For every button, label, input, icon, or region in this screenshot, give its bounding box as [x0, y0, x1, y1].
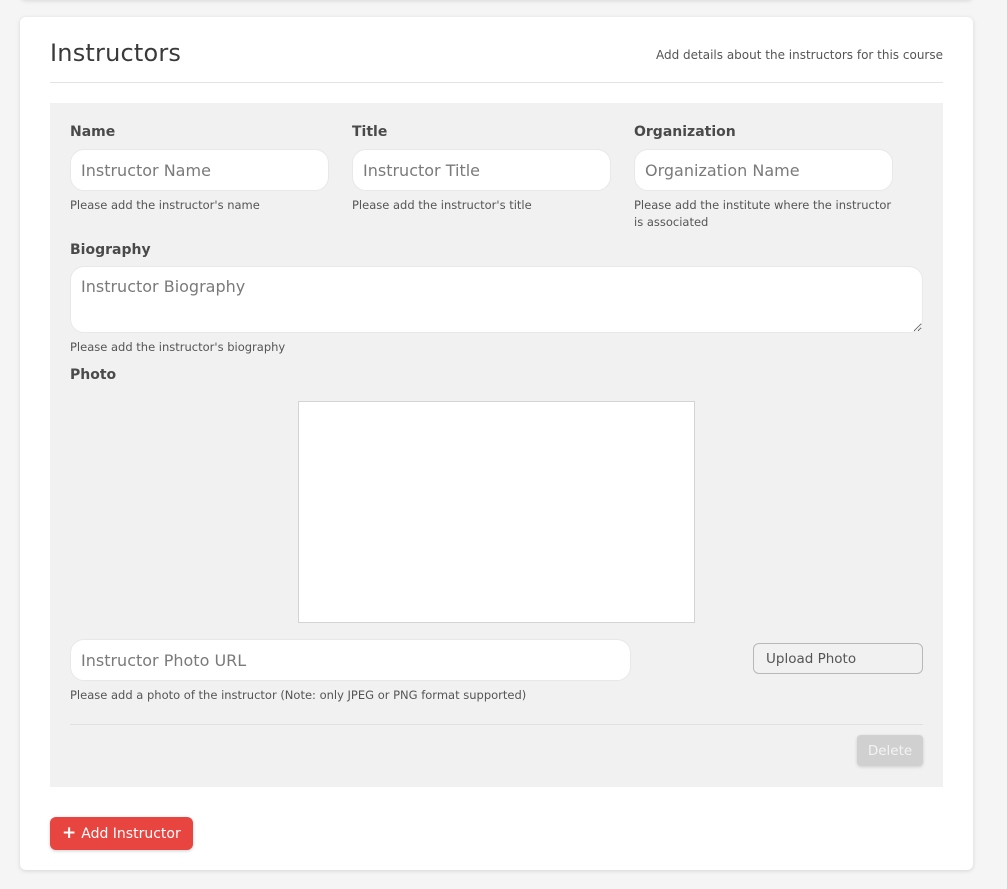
- name-help: Please add the instructor's name: [70, 198, 260, 212]
- add-instructor-label: Add Instructor: [81, 825, 181, 842]
- title-divider: [50, 82, 943, 83]
- photo-label: Photo: [70, 367, 117, 383]
- biography-help: Please add the instructor's biography: [70, 340, 286, 354]
- biography-label: Biography: [70, 242, 151, 258]
- upload-photo-button[interactable]: Upload Photo: [753, 643, 923, 674]
- biography-textarea[interactable]: [70, 266, 923, 333]
- organization-help-line-2: is associated: [634, 215, 709, 229]
- organization-help-line-1: Please add the institute where the instr…: [634, 198, 892, 212]
- organization-name-input[interactable]: [634, 149, 893, 191]
- add-instructor-button[interactable]: + Add Instructor: [50, 817, 193, 850]
- name-label: Name: [70, 124, 116, 140]
- organization-label: Organization: [634, 124, 736, 140]
- title-label: Title: [352, 124, 388, 140]
- photo-url-input[interactable]: [70, 639, 631, 681]
- instructor-title-input[interactable]: [352, 149, 611, 191]
- delete-instructor-button[interactable]: Delete: [857, 735, 923, 766]
- title-help: Please add the instructor's title: [352, 198, 532, 212]
- photo-preview: [298, 401, 695, 623]
- organization-help: Please add the institute where the instr…: [634, 197, 891, 231]
- section-subtitle: Add details about the instructors for th…: [655, 48, 943, 62]
- section-title: Instructors: [50, 39, 182, 67]
- plus-icon: +: [62, 823, 77, 843]
- instructors-card: Instructors Add details about the instru…: [20, 17, 973, 870]
- panel-divider: [70, 724, 923, 725]
- instructor-entry: Name Please add the instructor's name Ti…: [50, 103, 943, 787]
- photo-help: Please add a photo of the instructor (No…: [70, 688, 527, 702]
- instructor-name-input[interactable]: [70, 149, 329, 191]
